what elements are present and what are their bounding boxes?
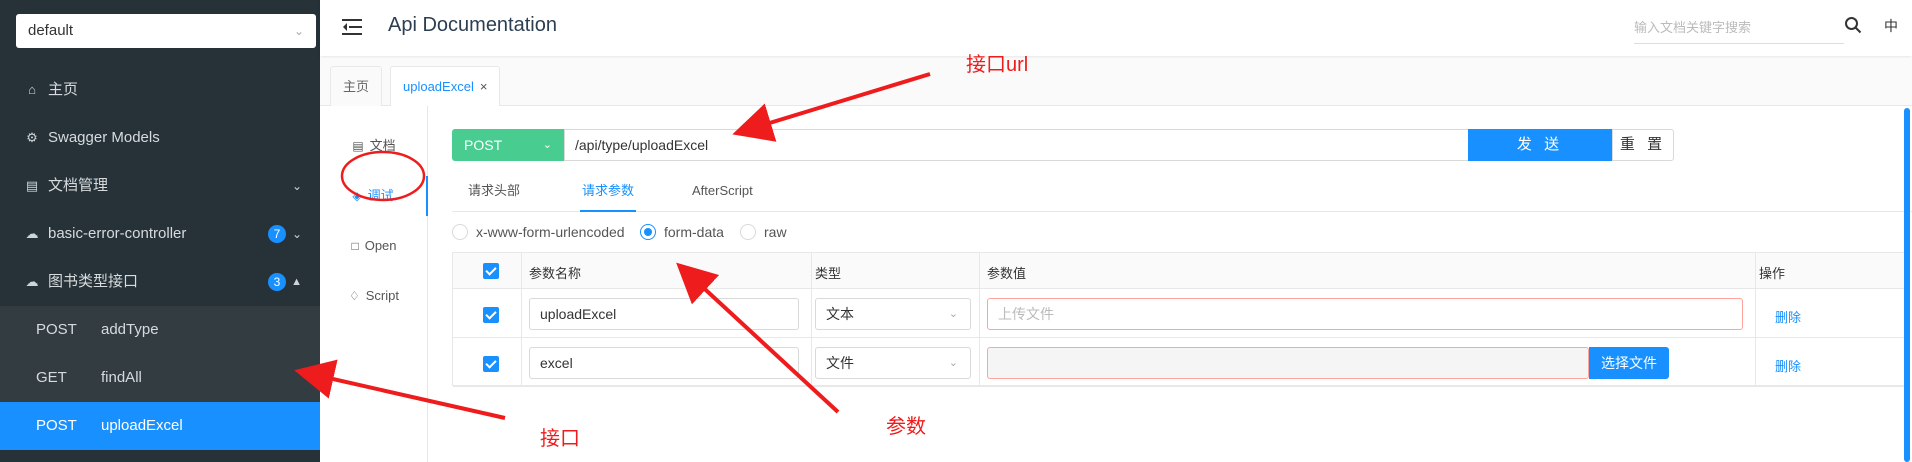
annotation-url-label: 接口url [966, 54, 1029, 76]
app: default ⌄ ⌂ 主页 ⚙ Swagger Models ▤ 文档管理 ⌄… [0, 0, 1912, 462]
annotation-api-label: 接口 [540, 428, 580, 450]
annotation-arrow [294, 359, 506, 420]
annotation-params-label: 参数 [886, 416, 926, 438]
annotation-arrow [676, 262, 840, 414]
annotation-arrow [732, 72, 931, 142]
highlight-circle [340, 150, 426, 202]
annotation-overlay [294, 72, 931, 420]
